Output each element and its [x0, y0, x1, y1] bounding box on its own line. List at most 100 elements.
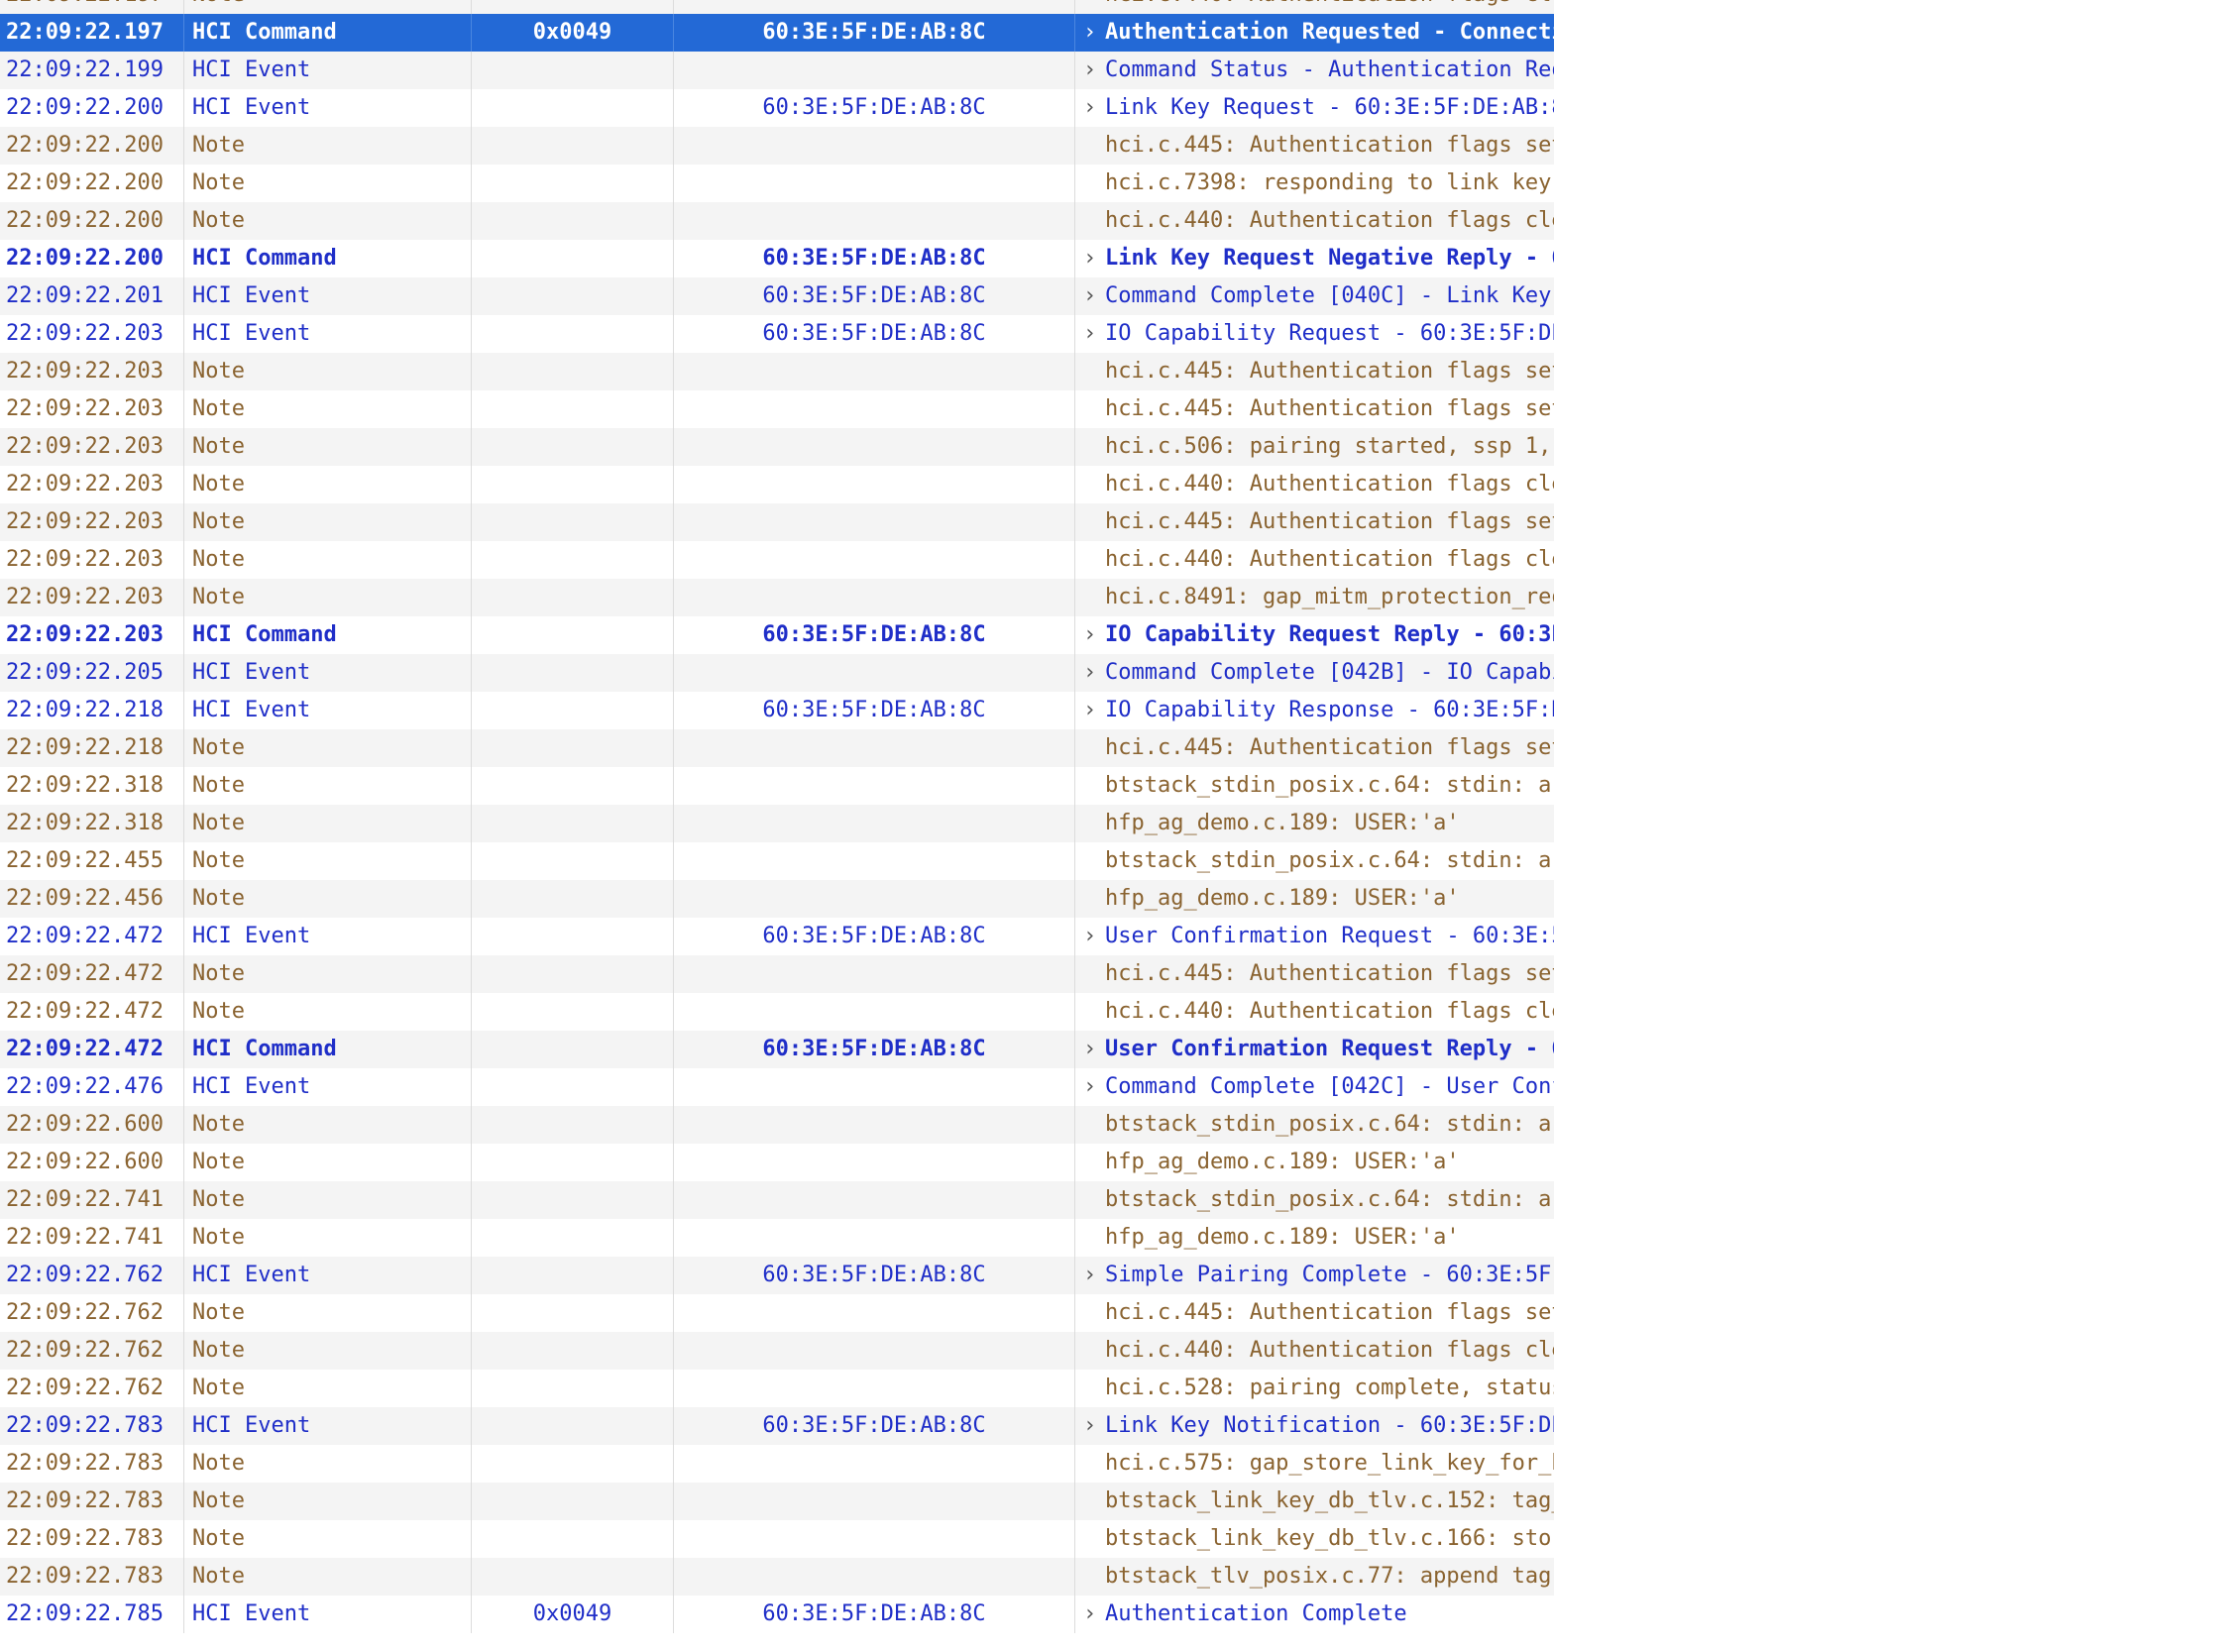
message-text: hci.c.445: Authentication flags set 0x00… [1105, 735, 1554, 760]
table-row[interactable]: 22:09:22.472Note ›hci.c.445: Authenticati… [0, 955, 1554, 993]
cell-message: ›IO Capability Request - 60:3E:5F:DE:AB:… [1075, 315, 1554, 353]
cell-timestamp: 22:09:22.203 [0, 428, 184, 466]
table-row[interactable]: 22:09:22.203 HCI Command 60:3E:5F:DE:AB:8C… [0, 616, 1554, 654]
cell-message: ›hci.c.440: Authentication flags clear 0… [1075, 541, 1554, 579]
table-row[interactable]: 22:09:22.783Note ›btstack_link_key_db_tlv… [0, 1520, 1554, 1558]
message-text: IO Capability Response - 60:3E:5F:DE:AB:… [1105, 698, 1554, 722]
table-row[interactable]: 22:09:22.741Note ›hfp_ag_demo.c.189: USER… [0, 1219, 1554, 1257]
chevron-right-icon[interactable]: › [1083, 616, 1105, 654]
table-row[interactable]: 22:09:22.199 HCI Event › Command Status - A… [0, 52, 1554, 89]
table-row[interactable]: 22:09:22.200 HCI Event 60:3E:5F:DE:AB:8C › L… [0, 89, 1554, 127]
chevron-right-icon[interactable]: › [1083, 14, 1105, 52]
cell-packet-type: Note [184, 1106, 472, 1144]
message-text: Command Complete [040C] - Link Key Reque… [1105, 283, 1554, 308]
cell-packet-type: Note [184, 805, 472, 842]
table-row[interactable]: 22:09:22.600Note ›hfp_ag_demo.c.189: USER… [0, 1144, 1554, 1181]
cell-timestamp: 22:09:22.203 [0, 466, 184, 503]
chevron-right-icon[interactable]: › [1083, 1031, 1105, 1068]
table-row[interactable]: 22:09:22.456Note ›hfp_ag_demo.c.189: USER… [0, 880, 1554, 918]
cell-packet-type: Note [184, 955, 472, 993]
cell-packet-type: HCI Event [184, 654, 472, 692]
message-text: hci.c.440: Authentication flags clear 0x… [1105, 208, 1554, 233]
table-row[interactable]: 22:09:22.203Note ›hci.c.445: Authenticati… [0, 390, 1554, 428]
table-row[interactable]: 22:09:22.200Note ›hci.c.440: Authenticati… [0, 202, 1554, 240]
chevron-right-icon[interactable]: › [1083, 315, 1105, 353]
chevron-right-icon[interactable]: › [1083, 1257, 1105, 1294]
cell-connection-handle [472, 277, 674, 315]
table-row[interactable]: 22:09:22.203 HCI Event 60:3E:5F:DE:AB:8C › I… [0, 315, 1554, 353]
table-row[interactable]: 22:09:22.783Note ›hci.c.575: gap_store_li… [0, 1445, 1554, 1483]
cell-message: ›hfp_ag_demo.c.189: USER:'a' [1075, 880, 1554, 918]
table-row[interactable]: 22:09:22.218Note ›hci.c.445: Authenticati… [0, 729, 1554, 767]
message-text: Simple Pairing Complete - 60:3E:5F:DE:AB… [1105, 1263, 1554, 1287]
cell-connection-handle [472, 202, 674, 240]
table-row[interactable]: 22:09:22.218 HCI Event 60:3E:5F:DE:AB:8C › I… [0, 692, 1554, 729]
table-row[interactable]: 22:09:22.472 HCI Event 60:3E:5F:DE:AB:8C › U… [0, 918, 1554, 955]
cell-connection-handle [472, 1068, 674, 1106]
cell-connection-handle [472, 353, 674, 390]
table-row[interactable]: 22:09:22.318Note ›hfp_ag_demo.c.189: USER… [0, 805, 1554, 842]
table-row[interactable]: 22:09:22.762Note ›hci.c.528: pairing comp… [0, 1370, 1554, 1407]
cell-packet-type: Note [184, 390, 472, 428]
table-row[interactable]: 22:09:22.200 HCI Command 60:3E:5F:DE:AB:8C… [0, 240, 1554, 277]
cell-bd-address [674, 1520, 1075, 1558]
table-row[interactable]: 22:09:22.785 HCI Event 0x0049 60:3E:5F:DE:A… [0, 1596, 1554, 1633]
cell-packet-type: Note [184, 1370, 472, 1407]
cell-packet-type: Note [184, 127, 472, 165]
chevron-right-icon[interactable]: › [1083, 654, 1105, 692]
cell-connection-handle [472, 1294, 674, 1332]
table-row[interactable]: 22:09:22.783 HCI Event 60:3E:5F:DE:AB:8C › L… [0, 1407, 1554, 1445]
table-row[interactable]: 22:09:22.741Note ›btstack_stdin_posix.c.6… [0, 1181, 1554, 1219]
table-row[interactable]: 22:09:22.472Note ›hci.c.440: Authenticati… [0, 993, 1554, 1031]
table-row[interactable]: 22:09:22.197Note ›hci.c.440: Authenticati… [0, 0, 1554, 14]
cell-packet-type: HCI Command [184, 240, 472, 277]
cell-bd-address [674, 955, 1075, 993]
table-row[interactable]: 22:09:22.200Note ›hci.c.7398: responding … [0, 165, 1554, 202]
table-row[interactable]: 22:09:22.201 HCI Event 60:3E:5F:DE:AB:8C › C… [0, 277, 1554, 315]
table-row[interactable]: 22:09:22.203Note ›hci.c.445: Authenticati… [0, 353, 1554, 390]
table-row[interactable]: 22:09:22.203Note ›hci.c.445: Authenticati… [0, 503, 1554, 541]
cell-timestamp: 22:09:22.203 [0, 353, 184, 390]
chevron-right-icon[interactable]: › [1083, 1596, 1105, 1633]
table-row[interactable]: 22:09:22.203Note ›hci.c.440: Authenticati… [0, 541, 1554, 579]
table-row[interactable]: 22:09:22.783Note ›btstack_link_key_db_tlv… [0, 1483, 1554, 1520]
cell-bd-address [674, 993, 1075, 1031]
chevron-right-icon[interactable]: › [1083, 89, 1105, 127]
table-row[interactable]: 22:09:22.455Note ›btstack_stdin_posix.c.6… [0, 842, 1554, 880]
chevron-right-icon[interactable]: › [1083, 1407, 1105, 1445]
table-row[interactable]: 22:09:22.203Note ›hci.c.506: pairing star… [0, 428, 1554, 466]
table-row[interactable]: 22:09:22.783Note ›btstack_tlv_posix.c.77:… [0, 1558, 1554, 1596]
table-row[interactable]: 22:09:22.762 HCI Event 60:3E:5F:DE:AB:8C › S… [0, 1257, 1554, 1294]
cell-bd-address: 60:3E:5F:DE:AB:8C [674, 277, 1075, 315]
table-row[interactable]: 22:09:22.203Note ›hci.c.440: Authenticati… [0, 466, 1554, 503]
chevron-right-icon[interactable]: › [1083, 918, 1105, 955]
cell-packet-type: Note [184, 541, 472, 579]
cell-message: ›hci.c.445: Authentication flags set 0x0… [1075, 955, 1554, 993]
chevron-right-icon[interactable]: › [1083, 277, 1105, 315]
table-row[interactable]: 22:09:22.600Note ›btstack_stdin_posix.c.6… [0, 1106, 1554, 1144]
cell-bd-address: 60:3E:5F:DE:AB:8C [674, 89, 1075, 127]
cell-timestamp: 22:09:22.200 [0, 240, 184, 277]
table-row[interactable]: 22:09:22.762Note ›hci.c.440: Authenticati… [0, 1332, 1554, 1370]
cell-bd-address [674, 842, 1075, 880]
chevron-right-icon[interactable]: › [1083, 52, 1105, 89]
table-row[interactable]: 22:09:22.200Note ›hci.c.445: Authenticati… [0, 127, 1554, 165]
table-row[interactable]: 22:09:22.318Note ›btstack_stdin_posix.c.6… [0, 767, 1554, 805]
table-row-selected[interactable]: 22:09:22.197 HCI Command 0x0049 60:3E:5F:DE… [0, 14, 1554, 52]
cell-connection-handle [472, 89, 674, 127]
cell-timestamp: 22:09:22.455 [0, 842, 184, 880]
table-row[interactable]: 22:09:22.203Note ›hci.c.8491: gap_mitm_pr… [0, 579, 1554, 616]
table-row[interactable]: 22:09:22.476 HCI Event › Command Complete [… [0, 1068, 1554, 1106]
table-row[interactable]: 22:09:22.472 HCI Command 60:3E:5F:DE:AB:8C… [0, 1031, 1554, 1068]
chevron-right-icon[interactable]: › [1083, 692, 1105, 729]
cell-packet-type: Note [184, 579, 472, 616]
table-row[interactable]: 22:09:22.762Note ›hci.c.445: Authenticati… [0, 1294, 1554, 1332]
chevron-right-icon[interactable]: › [1083, 1068, 1105, 1106]
cell-connection-handle [472, 729, 674, 767]
chevron-right-icon[interactable]: › [1083, 240, 1105, 277]
table-row[interactable]: 22:09:22.205 HCI Event › Command Complete [… [0, 654, 1554, 692]
cell-packet-type: Note [184, 880, 472, 918]
cell-message: ›Link Key Notification - 60:3E:5F:DE:AB:… [1075, 1407, 1554, 1445]
message-text: btstack_stdin_posix.c.64: stdin: a [1105, 1112, 1552, 1137]
cell-bd-address [674, 1445, 1075, 1483]
